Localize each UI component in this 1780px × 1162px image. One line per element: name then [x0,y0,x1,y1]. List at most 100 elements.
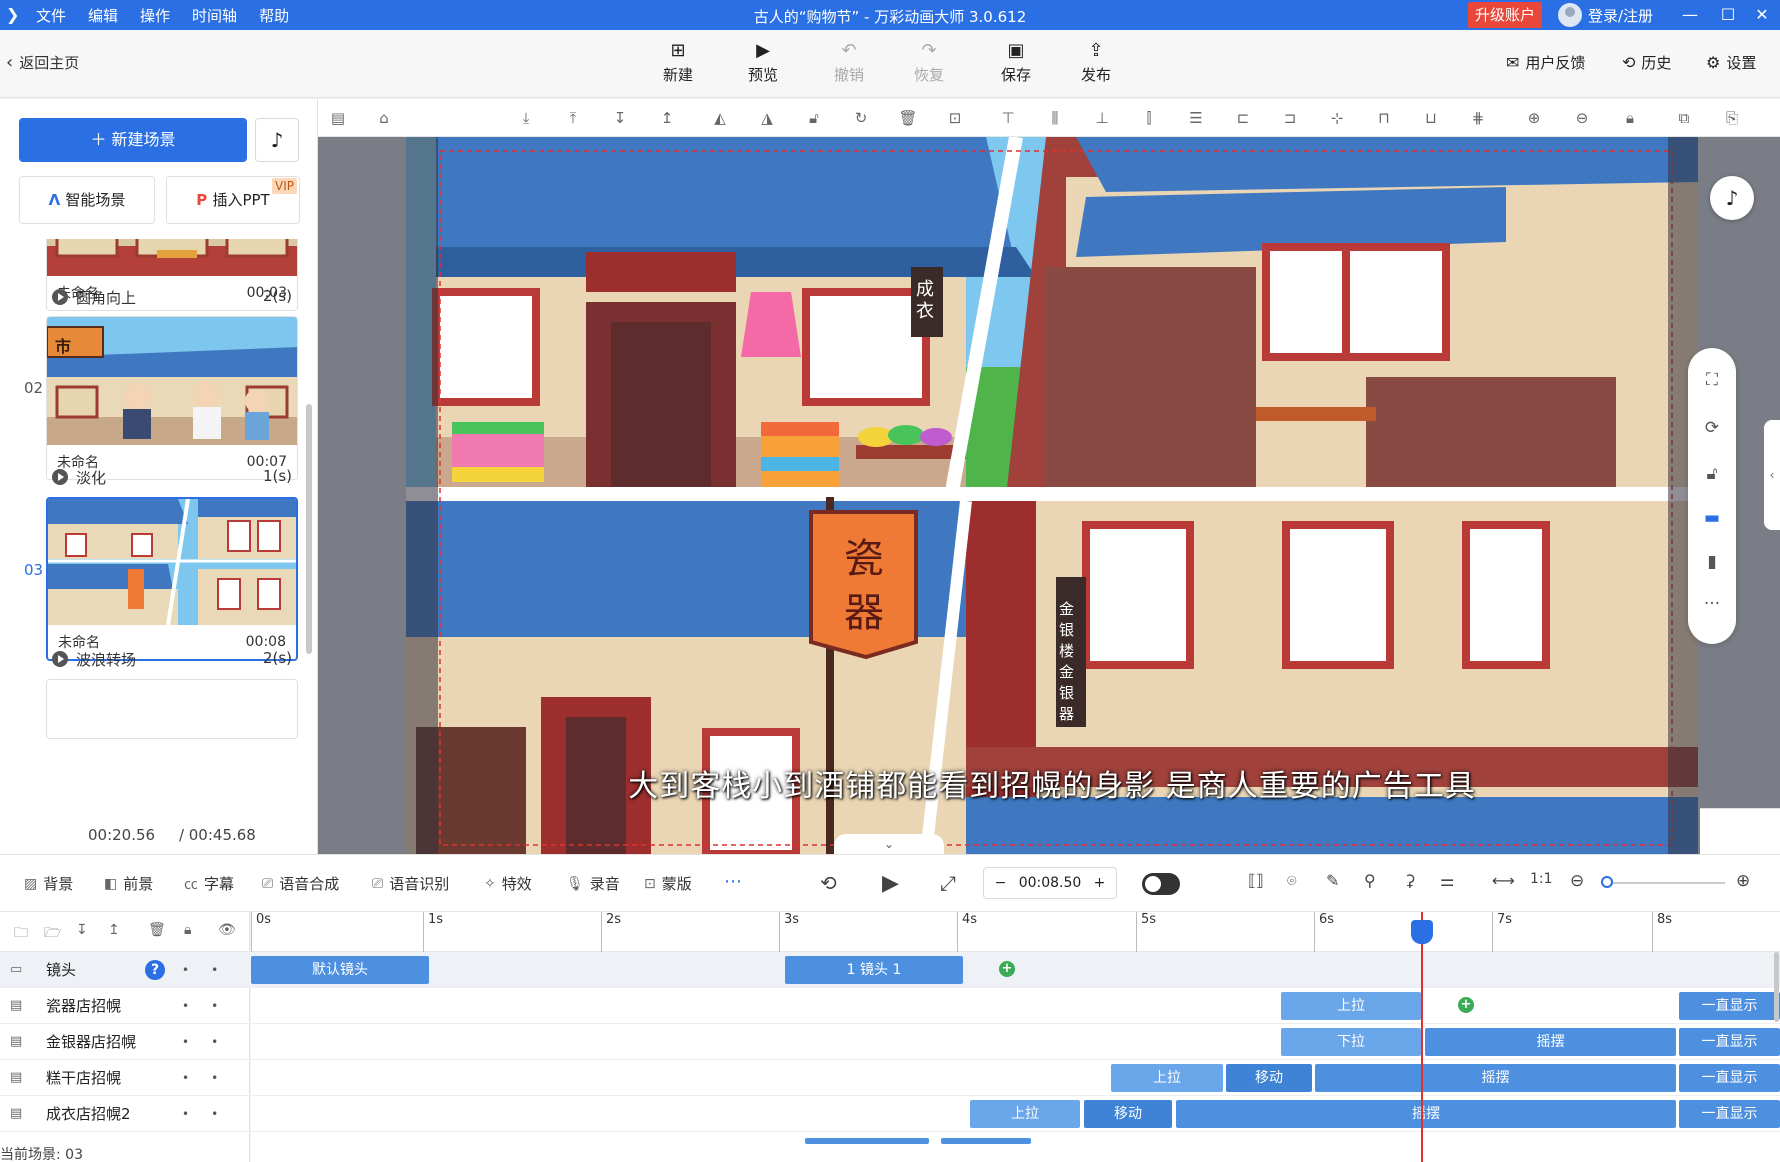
ratio-icon[interactable]: 1:1 [1530,871,1553,887]
time-input[interactable]: 00:08.50 [1017,875,1083,891]
lock-icon[interactable]: 🔒︎ [184,922,191,938]
align-bottom-icon[interactable]: ⊥ [1092,108,1112,128]
more-icon[interactable]: ··· [1688,594,1736,614]
music-button[interactable]: ♪ [255,118,299,162]
clip-pull-up[interactable]: 上拉 [970,1100,1080,1128]
clip-swing[interactable]: 摇摆 [1425,1028,1676,1056]
new-scene-button[interactable]: ＋ 新建场景 [19,118,247,162]
focus-frame-icon[interactable]: ⊡ [945,108,965,128]
clip-partial[interactable] [805,1138,929,1144]
more-tools-icon[interactable]: ⋯ [724,871,742,892]
back-home-button[interactable]: ‹ 返回主页 [6,52,79,73]
effects-button[interactable]: ✧ 特效 [484,873,532,894]
rotate-icon[interactable]: ↻ [851,108,871,128]
distribute-h-icon[interactable]: ⫿ [1139,108,1159,128]
align-top-edge-icon[interactable]: ⊓ [1374,108,1394,128]
delete-icon[interactable]: 🗑︎ [148,922,166,938]
copy-icon[interactable]: ⧉ [1674,108,1694,128]
transition-row[interactable]: 淡化 1(s) [52,467,292,488]
filter-icon[interactable]: ⚳ [1404,871,1416,890]
clip-pull-up[interactable]: 上拉 [1111,1064,1223,1092]
flip-horizontal-icon[interactable]: ◭ [710,108,730,128]
delete-icon[interactable]: 🗑︎ [898,108,918,128]
menu-help[interactable]: 帮助 [259,5,289,26]
insert-ppt-button[interactable]: P 插入PPT VIP [166,176,300,224]
track-toggles[interactable]: •• [182,1035,240,1049]
distribute-v-icon[interactable]: ☰ [1186,108,1206,128]
track-row[interactable]: ▤ 成衣店招幌2 •• [0,1096,250,1132]
edit-icon[interactable]: ✎ [1326,871,1339,890]
save-button[interactable]: ▣ 保存 [986,38,1046,85]
lane-porcelain-sign[interactable]: 上拉 + 一直显示 [251,988,1780,1024]
record-button[interactable]: 🎙︎ 录音 [566,873,620,894]
track-camera[interactable]: ▭ 镜头 ? •• [0,952,250,988]
close-button[interactable]: ✕ [1744,0,1780,30]
clip-icon[interactable]: ⚲ [1364,871,1376,890]
clip-swing[interactable]: 摇摆 [1315,1064,1676,1092]
clip-always-show[interactable]: 一直显示 [1679,1100,1780,1128]
lane-camera[interactable]: 默认镜头 1 镜头 1 + [251,952,1780,988]
time-plus-button[interactable]: + [1083,875,1116,891]
clip-move[interactable]: 移动 [1084,1100,1172,1128]
background-button[interactable]: ▨ 背景 [24,873,73,894]
align-center-v-icon[interactable]: ⋕ [1468,108,1488,128]
layer-up-icon[interactable]: ↥ [657,108,677,128]
menu-file[interactable]: 文件 [36,5,66,26]
preview-button[interactable]: ▶ 预览 [733,38,793,85]
clip-swing[interactable]: 摇摆 [1176,1100,1676,1128]
settings-button[interactable]: ⚙ 设置 [1706,52,1756,73]
help-icon[interactable]: ? [145,959,165,980]
play-icon[interactable]: ▶ [882,871,899,896]
rotate-screen-icon[interactable]: ⟳ [1688,418,1736,438]
align-bottom-edge-icon[interactable]: ⊔ [1421,108,1441,128]
menu-operate[interactable]: 操作 [140,5,170,26]
stage-canvas[interactable]: 成衣 瓷器 金银楼金银器 大到客栈小到酒铺都能看到招幌的身影 是商人重要的广告工… [406,137,1698,854]
clip-default-camera[interactable]: 默认镜头 [251,956,429,984]
zoom-slider-handle[interactable] [1601,876,1613,888]
clip-always-show[interactable]: 一直显示 [1679,1064,1780,1092]
unlock-icon[interactable]: 🔓︎ [1688,464,1736,484]
time-stepper[interactable]: − 00:08.50 + [983,867,1117,899]
align-right-icon[interactable]: ⊐ [1280,108,1300,128]
camera-icon[interactable]: ⌾ [1287,871,1297,891]
new-button[interactable]: ⊞ 新建 [648,38,708,85]
timeline-scrollbar[interactable] [1774,952,1779,1022]
clip-partial[interactable] [941,1138,1031,1144]
zoom-slider-track[interactable] [1605,882,1725,884]
publish-button[interactable]: ⇪ 发布 [1066,38,1126,85]
lane-cake-sign[interactable]: 上拉 移动 摇摆 一直显示 [251,1060,1780,1096]
new-folder-icon[interactable]: 🗁︎ [44,922,61,946]
track-toggles[interactable]: •• [182,963,240,977]
login-register-button[interactable]: 登录/注册 [1558,2,1653,28]
collapse-timeline-tab[interactable]: ⌄ [834,834,944,854]
eye-icon[interactable]: 👁︎ [218,922,236,938]
lock-icon[interactable]: 🔒︎ [1620,108,1640,128]
split-icon[interactable]: ⟦⟧ [1248,871,1264,890]
subtitle-caption[interactable]: 大到客栈小到酒铺都能看到招幌的身影 是商人重要的广告工具 [406,761,1698,805]
track-row[interactable]: ▤ 瓷器店招幌 •• [0,988,250,1024]
timeline-lanes[interactable]: 0s 1s 2s 3s 4s 5s 6s 7s 8s 默认镜头 1 镜头 1 +… [251,912,1780,1162]
clip-move[interactable]: 移动 [1226,1064,1312,1092]
foreground-button[interactable]: ◧ 前景 [104,873,153,894]
clip-pull-down[interactable]: 下拉 [1281,1028,1421,1056]
stage-music-button[interactable]: ♪ [1710,176,1754,220]
scene-list-scrollbar[interactable] [306,404,312,654]
add-keyframe-icon[interactable]: + [1458,997,1474,1013]
clip-always-show[interactable]: 一直显示 [1679,992,1780,1020]
layer-bottom-icon[interactable]: ⤓ [516,108,536,128]
transition-row[interactable]: 圆角向上 2(s) [52,287,292,308]
playhead-handle[interactable] [1411,920,1433,944]
landscape-screen-icon[interactable]: ▬ [1688,508,1736,528]
upgrade-account-button[interactable]: 升级账户 [1468,2,1543,28]
clip-always-show[interactable]: 一直显示 [1679,1028,1780,1056]
zoom-in-icon[interactable]: ⊕ [1736,871,1750,891]
portrait-screen-icon[interactable]: ▮ [1688,552,1736,572]
expand-panel-tab[interactable]: ‹ [1764,420,1780,530]
mask-button[interactable]: ⊡ 蒙版 [644,873,692,894]
track-toggles[interactable]: •• [182,1071,240,1085]
layer-down-icon[interactable]: ↧ [610,108,630,128]
fit-screen-icon[interactable]: ⛶ [1688,370,1736,390]
zoom-out-icon[interactable]: ⊖ [1572,108,1592,128]
time-minus-button[interactable]: − [984,875,1017,891]
align-center-h-icon[interactable]: ⊹ [1327,108,1347,128]
